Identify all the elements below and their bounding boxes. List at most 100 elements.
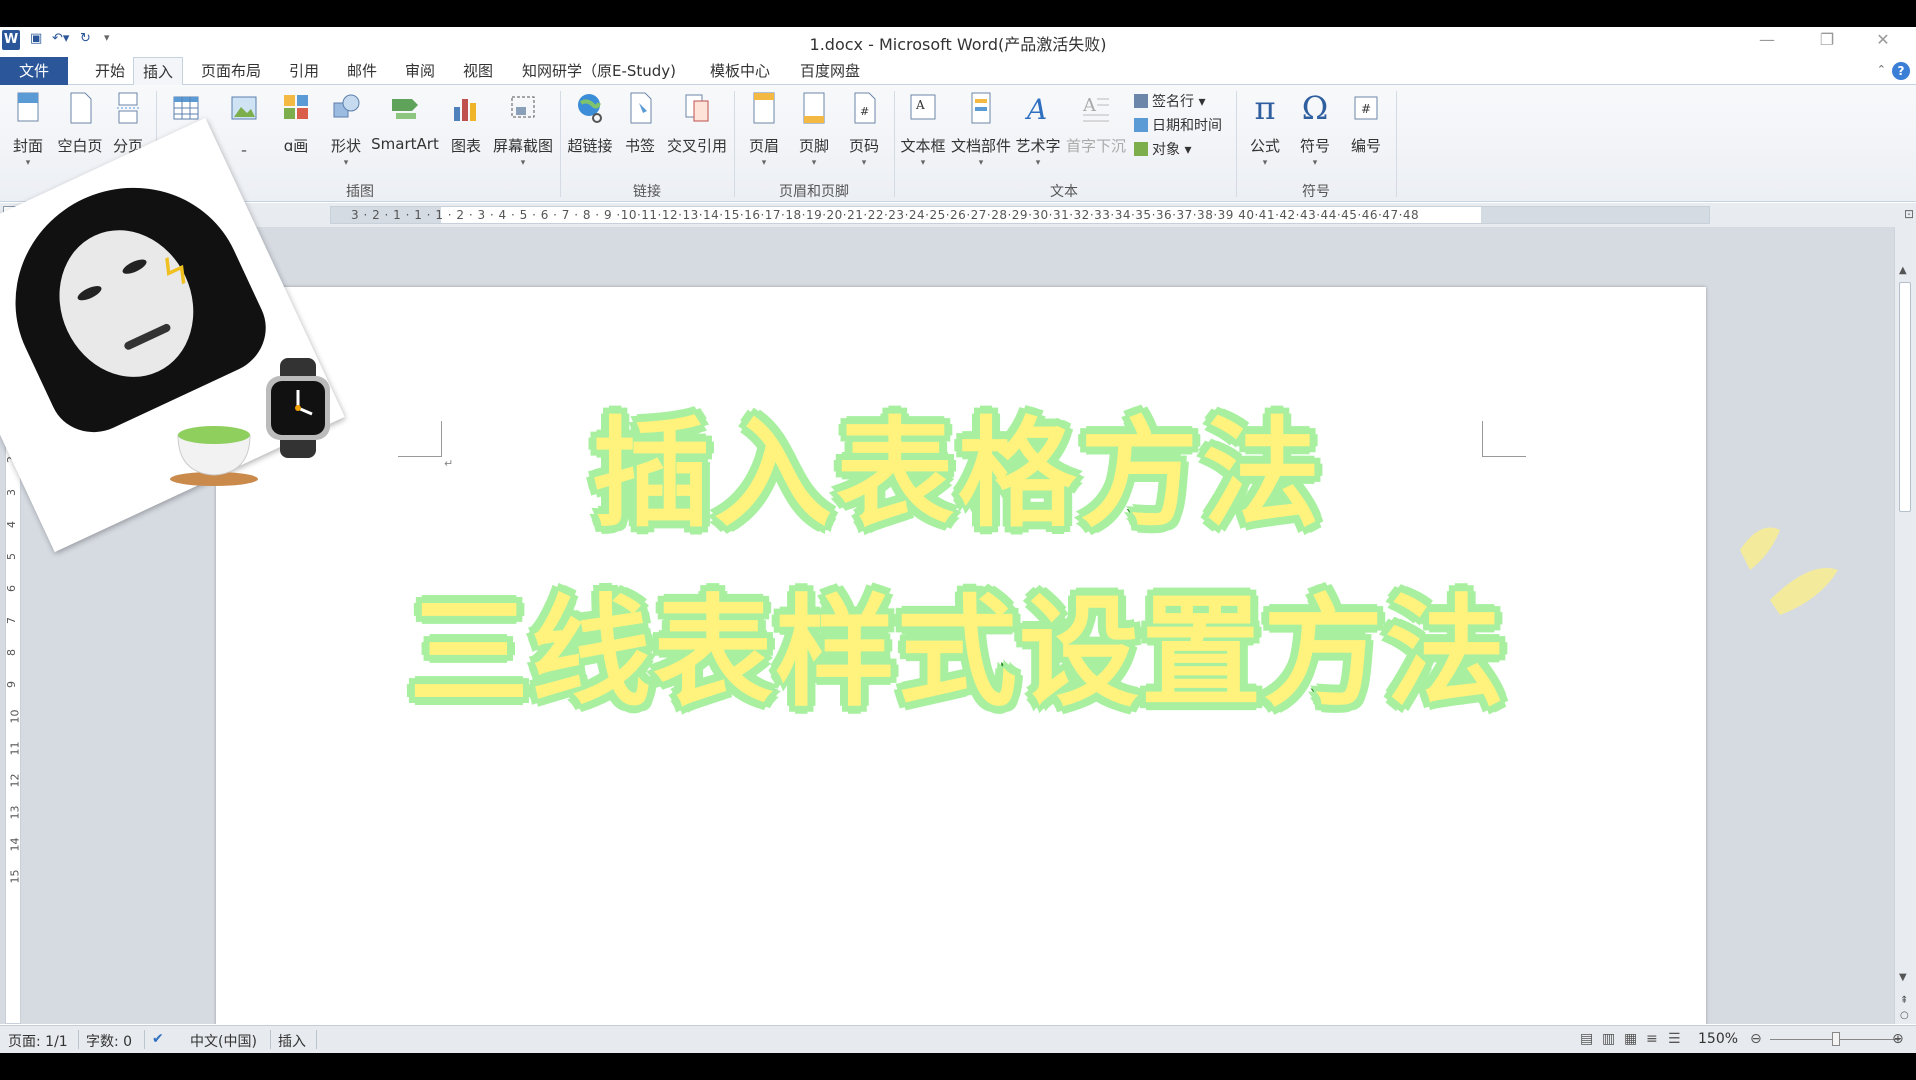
zoom-in-icon[interactable]: ⊕: [1892, 1031, 1904, 1047]
signature-icon: [1134, 94, 1148, 108]
shapes-icon: [333, 94, 360, 118]
clip-art-icon: [284, 95, 308, 119]
object-button[interactable]: 对象 ▾: [1134, 139, 1191, 159]
hyperlink-icon: [578, 94, 602, 123]
help-icon[interactable]: ?: [1892, 62, 1910, 80]
status-divider: [78, 1030, 79, 1049]
vruler-tick: 13: [8, 805, 22, 820]
tab-file[interactable]: 文件: [0, 57, 68, 85]
draft-icon[interactable]: ☰: [1668, 1031, 1681, 1047]
tab-review[interactable]: 审阅: [398, 57, 442, 85]
equation-button[interactable]: π 公式 ▾: [1244, 91, 1286, 168]
status-divider: [144, 1030, 145, 1049]
chart-icon: [454, 99, 476, 121]
tab-view[interactable]: 视图: [456, 57, 500, 85]
text-box-icon: A: [910, 94, 936, 120]
quick-parts-icon: [971, 92, 991, 124]
quick-parts-button[interactable]: 文档部件 ▾: [950, 91, 1012, 168]
tab-references[interactable]: 引用: [282, 57, 326, 85]
tab-mailings[interactable]: 邮件: [340, 57, 384, 85]
tab-templates[interactable]: 模板中心: [704, 57, 776, 85]
collapse-ribbon-icon[interactable]: ⌃: [1877, 63, 1886, 76]
table-icon: [173, 96, 199, 120]
screenshot-button[interactable]: 屏幕截图 ▾: [490, 91, 556, 168]
close-icon[interactable]: ✕: [1868, 30, 1898, 49]
vruler-tick: 15: [8, 869, 22, 884]
tab-cnki[interactable]: 知网研学（原E-Study): [516, 57, 682, 85]
picture-icon: [231, 96, 257, 120]
wordart-button[interactable]: A 艺术字 ▾: [1014, 91, 1062, 168]
status-divider: [270, 1030, 271, 1049]
ruler-ticks: 3 · 2 · 1 · 1 · 1 · 2 · 3 · 4 · 5 · 6 · …: [351, 208, 1420, 222]
svg-text:A: A: [1024, 93, 1047, 125]
outline-icon[interactable]: ≡: [1646, 1031, 1658, 1047]
vruler-tick: 12: [8, 773, 22, 788]
window-title: 1.docx - Microsoft Word(产品激活失败): [809, 35, 1107, 54]
bookmark-icon: [630, 92, 652, 124]
status-bar: 页面: 1/1 字数: 0 ✔ 中文(中国) 插入 ▤ ▥ ▦ ≡ ☰ 150%…: [0, 1025, 1916, 1053]
zoom-slider-thumb[interactable]: [1832, 1032, 1840, 1046]
smartart-button[interactable]: SmartArt: [370, 91, 440, 153]
word-count[interactable]: 字数: 0: [86, 1031, 132, 1051]
tab-home[interactable]: 开始: [82, 57, 138, 85]
pi-icon: π: [1254, 89, 1276, 127]
minimize-icon[interactable]: —: [1752, 30, 1782, 49]
object-icon: [1134, 142, 1148, 156]
ruler-right-margin: [1481, 207, 1709, 223]
signature-line-button[interactable]: 签名行 ▾: [1134, 91, 1205, 111]
insert-mode[interactable]: 插入: [278, 1031, 306, 1051]
proofing-icon[interactable]: ✔: [152, 1031, 164, 1047]
previous-page-icon[interactable]: ⇞: [1900, 995, 1908, 1006]
zoom-level[interactable]: 150%: [1698, 1031, 1738, 1047]
chart-button[interactable]: 图表: [446, 91, 486, 156]
symbol-button[interactable]: Ω 符号 ▾: [1294, 91, 1336, 168]
cross-reference-icon: [685, 94, 709, 122]
cross-reference-button[interactable]: 交叉引用: [664, 91, 730, 156]
svg-text:A: A: [1082, 95, 1097, 116]
wordart-icon: A: [1024, 93, 1047, 125]
footer-button[interactable]: 页脚 ▾: [794, 91, 834, 168]
picture-button[interactable]: ˍ: [224, 91, 264, 153]
screenshot-icon: [511, 96, 535, 118]
cover-page-button[interactable]: 封面 ▾: [8, 91, 48, 168]
zoom-out-icon[interactable]: ⊖: [1750, 1031, 1762, 1047]
watch-icon: [266, 358, 330, 458]
tab-baidu-netdisk[interactable]: 百度网盘: [794, 57, 866, 85]
bookmark-button[interactable]: 书签: [620, 91, 660, 156]
page-number-button[interactable]: # 页码 ▾: [844, 91, 884, 168]
calendar-icon: [1134, 118, 1148, 132]
blank-page-icon: [70, 92, 92, 124]
scroll-down-icon[interactable]: ▼: [1899, 972, 1907, 983]
title-bar: W ▣ ↶▾ ↻ ▾ 1.docx - Microsoft Word(产品激活失…: [0, 27, 1916, 57]
header-button[interactable]: 页眉 ▾: [744, 91, 784, 168]
ribbon-insert: 封面▾ 空白页 分页 页 表格▾ ˍ ɑ画 形状▾: [0, 85, 1916, 202]
tab-page-layout[interactable]: 页面布局: [196, 57, 266, 85]
vruler-tick: 14: [8, 837, 22, 852]
full-screen-reading-icon[interactable]: ▥: [1602, 1031, 1615, 1047]
group-label-header-footer: 页眉和页脚: [779, 184, 849, 200]
print-layout-icon[interactable]: ▤: [1580, 1031, 1593, 1047]
hyperlink-button[interactable]: 超链接: [566, 91, 614, 156]
web-layout-icon[interactable]: ▦: [1624, 1031, 1637, 1047]
horizontal-ruler[interactable]: 3 · 2 · 1 · 1 · 1 · 2 · 3 · 4 · 5 · 6 · …: [330, 206, 1710, 224]
omega-icon: Ω: [1301, 89, 1329, 127]
vruler-tick: 11: [8, 741, 22, 756]
group-separator: [1396, 91, 1397, 197]
browse-object-icon[interactable]: ○: [1900, 1010, 1909, 1021]
number-button[interactable]: # 编号: [1344, 91, 1388, 156]
shapes-button[interactable]: 形状 ▾: [326, 91, 366, 168]
tab-insert[interactable]: 插入: [133, 57, 183, 86]
page-number-icon: #: [854, 92, 876, 124]
date-time-button[interactable]: 日期和时间: [1134, 115, 1222, 135]
page-count[interactable]: 页面: 1/1: [8, 1031, 68, 1051]
view-ruler-icon[interactable]: ⊡: [1904, 207, 1914, 221]
cover-page-icon: [17, 92, 39, 122]
language-indicator[interactable]: 中文(中国): [190, 1031, 257, 1051]
drop-cap-button[interactable]: A 首字下沉: [1064, 91, 1128, 156]
group-label-symbols: 符号: [1302, 184, 1330, 200]
text-box-button[interactable]: A 文本框 ▾: [900, 91, 946, 168]
scroll-up-icon[interactable]: ▲: [1899, 265, 1907, 276]
clip-art-button[interactable]: ɑ画: [274, 91, 318, 156]
blank-page-button[interactable]: 空白页: [52, 91, 108, 156]
restore-icon[interactable]: ❐: [1812, 30, 1842, 49]
